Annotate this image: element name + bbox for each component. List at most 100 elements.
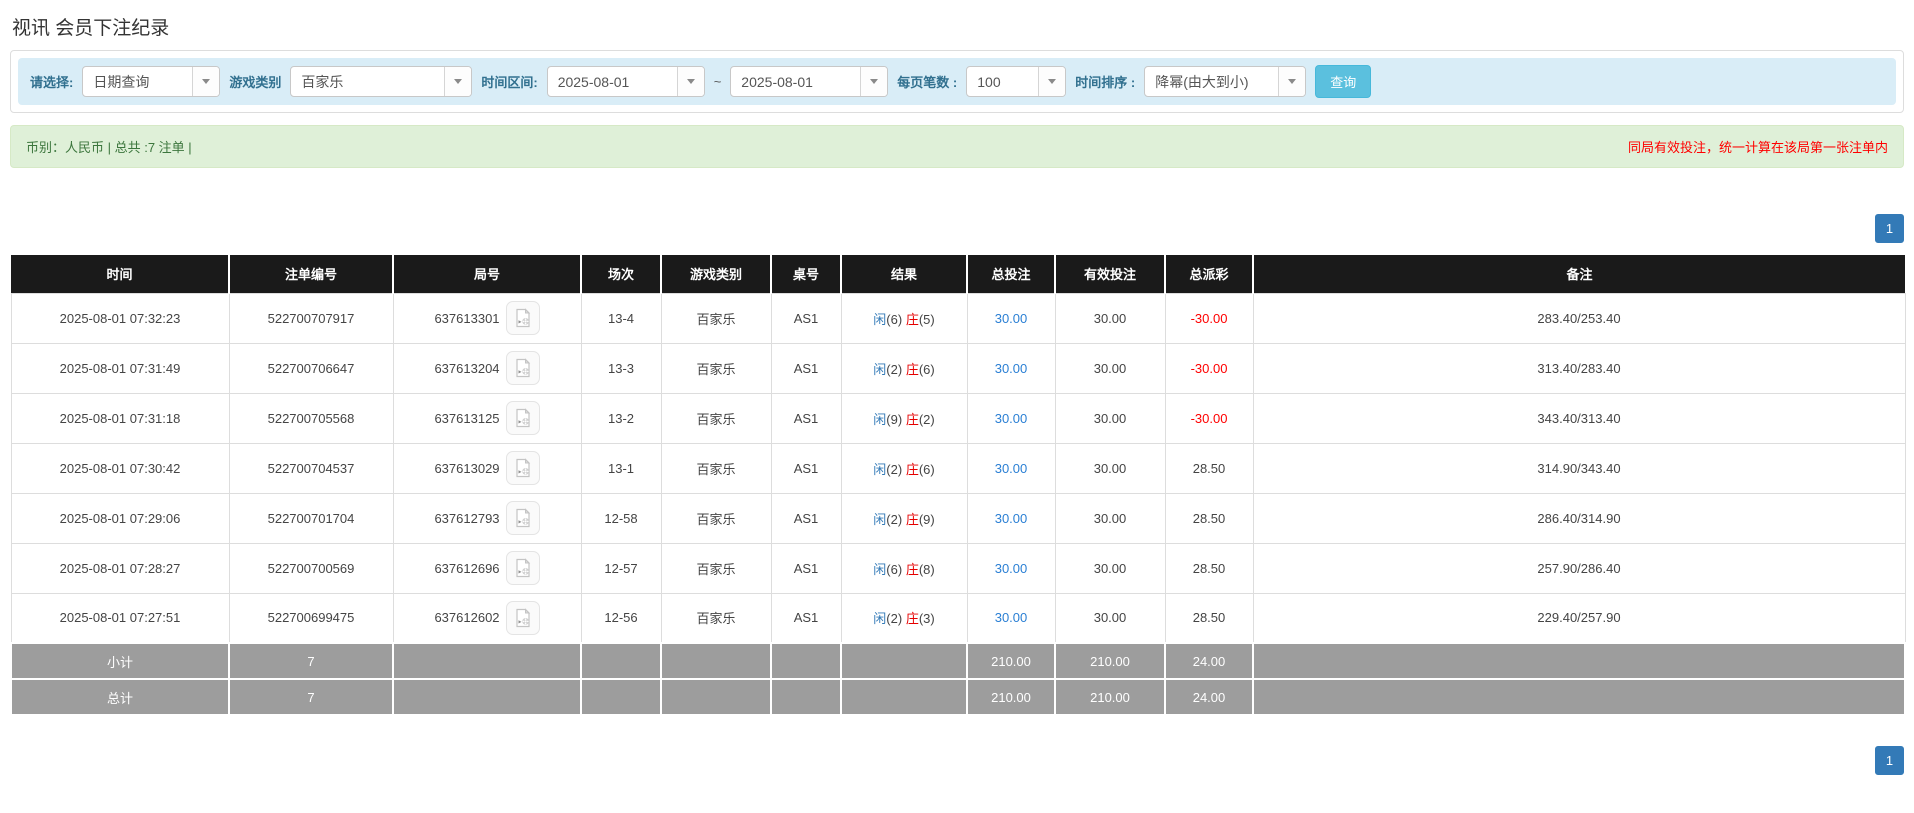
cell-result: 闲(2) 庄(6) [840,442,968,494]
video-replay-button[interactable] [505,301,540,335]
header-round-id: 局号 [392,255,581,293]
cell-session: 12-56 [580,592,662,644]
video-replay-button[interactable] [505,501,540,535]
cell-payout: -30.00 [1164,292,1254,344]
cell-total-bet-link[interactable]: 30.00 [995,311,1028,326]
cell-result: 闲(2) 庄(6) [840,342,968,394]
total-total-bet: 210.00 [966,678,1056,716]
cell-total-bet-link[interactable]: 30.00 [995,411,1028,426]
date-from-select[interactable]: 2025-08-01 [546,66,705,97]
total-count: 7 [228,678,394,716]
cell-result: 闲(2) 庄(3) [840,592,968,644]
dropdown-caret-icon[interactable] [444,67,472,96]
cell-payout: -30.00 [1164,392,1254,444]
dropdown-caret-icon[interactable] [192,67,220,96]
result-banker-label: 庄 [905,461,919,477]
result-banker-label: 庄 [905,411,919,427]
cell-bet-id: 522700707917 [228,292,394,344]
header-remark: 备注 [1252,255,1905,293]
cell-time: 2025-08-01 07:32:23 [10,292,230,344]
result-player-label: 闲 [873,561,887,577]
cell-total-bet-link[interactable]: 30.00 [995,610,1028,625]
cell-table-no: AS1 [770,592,842,644]
result-banker-label: 庄 [905,311,919,327]
game-type-select[interactable]: 百家乐 [290,66,473,97]
result-banker-score: (5) [918,311,935,327]
cell-total-bet-link[interactable]: 30.00 [995,361,1028,376]
date-to-select[interactable]: 2025-08-01 [730,66,889,97]
subtotal-total-bet: 210.00 [966,642,1056,680]
table-header-row: 时间 注单编号 局号 场次 游戏类别 桌号 结果 总投注 有效投注 总派彩 备注 [11,255,1905,293]
cell-table-no: AS1 [770,442,842,494]
result-banker-score: (9) [918,511,935,527]
cell-total-bet-link[interactable]: 30.00 [995,561,1028,576]
result-player-score: (2) [886,611,903,627]
result-player-label: 闲 [873,411,887,427]
subtotal-count: 7 [228,642,394,680]
dropdown-caret-icon[interactable] [860,67,888,96]
cell-remark: 257.90/286.40 [1252,542,1906,594]
filter-panel: 请选择: 日期查询 游戏类别 百家乐 时间区间: 2025-08-01 ~ 20… [10,50,1904,113]
cell-bet-id: 522700699475 [228,592,394,644]
result-banker-label: 庄 [905,361,919,377]
cell-bet-id: 522700705568 [228,392,394,444]
result-banker-score: (6) [918,461,935,477]
pagination-bottom: 1 [10,746,1904,775]
video-replay-button[interactable] [505,401,540,435]
result-player-score: (2) [886,511,903,527]
sort-order-label: 时间排序 : [1075,75,1136,90]
dropdown-caret-icon[interactable] [676,67,704,96]
cell-time: 2025-08-01 07:30:42 [10,442,230,494]
filter-bar: 请选择: 日期查询 游戏类别 百家乐 时间区间: 2025-08-01 ~ 20… [18,58,1896,105]
result-player-score: (6) [886,311,903,327]
cell-round-id: 637613204 [434,360,500,376]
result-player-label: 闲 [873,611,887,627]
video-replay-button[interactable] [505,551,540,585]
page-1-button[interactable]: 1 [1875,214,1904,243]
cell-payout: -30.00 [1164,342,1254,394]
table-row: 2025-08-01 07:27:51 522700699475 6376126… [10,592,1906,644]
result-player-label: 闲 [873,511,887,527]
cell-valid-bet: 30.00 [1054,592,1166,644]
video-replay-button[interactable] [505,351,540,385]
cell-payout: 28.50 [1164,592,1254,644]
cell-time: 2025-08-01 07:29:06 [10,492,230,544]
total-payout: 24.00 [1164,678,1254,716]
video-record-icon [515,358,530,378]
dropdown-caret-icon[interactable] [1278,67,1306,96]
cell-round-id: 637612696 [434,560,500,576]
cell-time: 2025-08-01 07:28:27 [10,542,230,594]
cell-time: 2025-08-01 07:27:51 [10,592,230,644]
result-banker-score: (3) [918,611,935,627]
cell-game-type: 百家乐 [660,542,772,594]
cell-session: 12-58 [580,492,662,544]
cell-bet-id: 522700700569 [228,542,394,594]
video-replay-button[interactable] [505,451,540,485]
cell-game-type: 百家乐 [660,492,772,544]
cell-table-no: AS1 [770,492,842,544]
result-player-label: 闲 [873,311,887,327]
query-type-select[interactable]: 日期查询 [82,66,221,97]
total-row: 总计 7 210.00 210.00 24.00 [10,678,1906,716]
page-size-value: 100 [977,73,1001,90]
cell-valid-bet: 30.00 [1054,292,1166,344]
sort-order-value: 降幂(由大到小) [1155,73,1249,90]
cell-total-bet-link[interactable]: 30.00 [995,461,1028,476]
video-record-icon [515,558,530,578]
dropdown-caret-icon[interactable] [1038,67,1066,96]
video-record-icon [515,608,530,627]
page-1-button[interactable]: 1 [1875,746,1904,775]
video-record-icon [515,458,530,478]
cell-round-id: 637613029 [434,460,500,476]
cell-game-type: 百家乐 [660,342,772,394]
cell-remark: 343.40/313.40 [1252,392,1906,444]
header-total-bet: 总投注 [966,255,1055,293]
result-banker-label: 庄 [905,611,919,627]
cell-total-bet-link[interactable]: 30.00 [995,511,1028,526]
search-button[interactable]: 查询 [1315,65,1372,98]
page-size-select[interactable]: 100 [966,66,1067,97]
video-record-icon [515,408,530,428]
sort-order-select[interactable]: 降幂(由大到小) [1144,66,1307,97]
subtotal-valid-bet: 210.00 [1054,642,1166,680]
video-replay-button[interactable] [505,600,540,635]
